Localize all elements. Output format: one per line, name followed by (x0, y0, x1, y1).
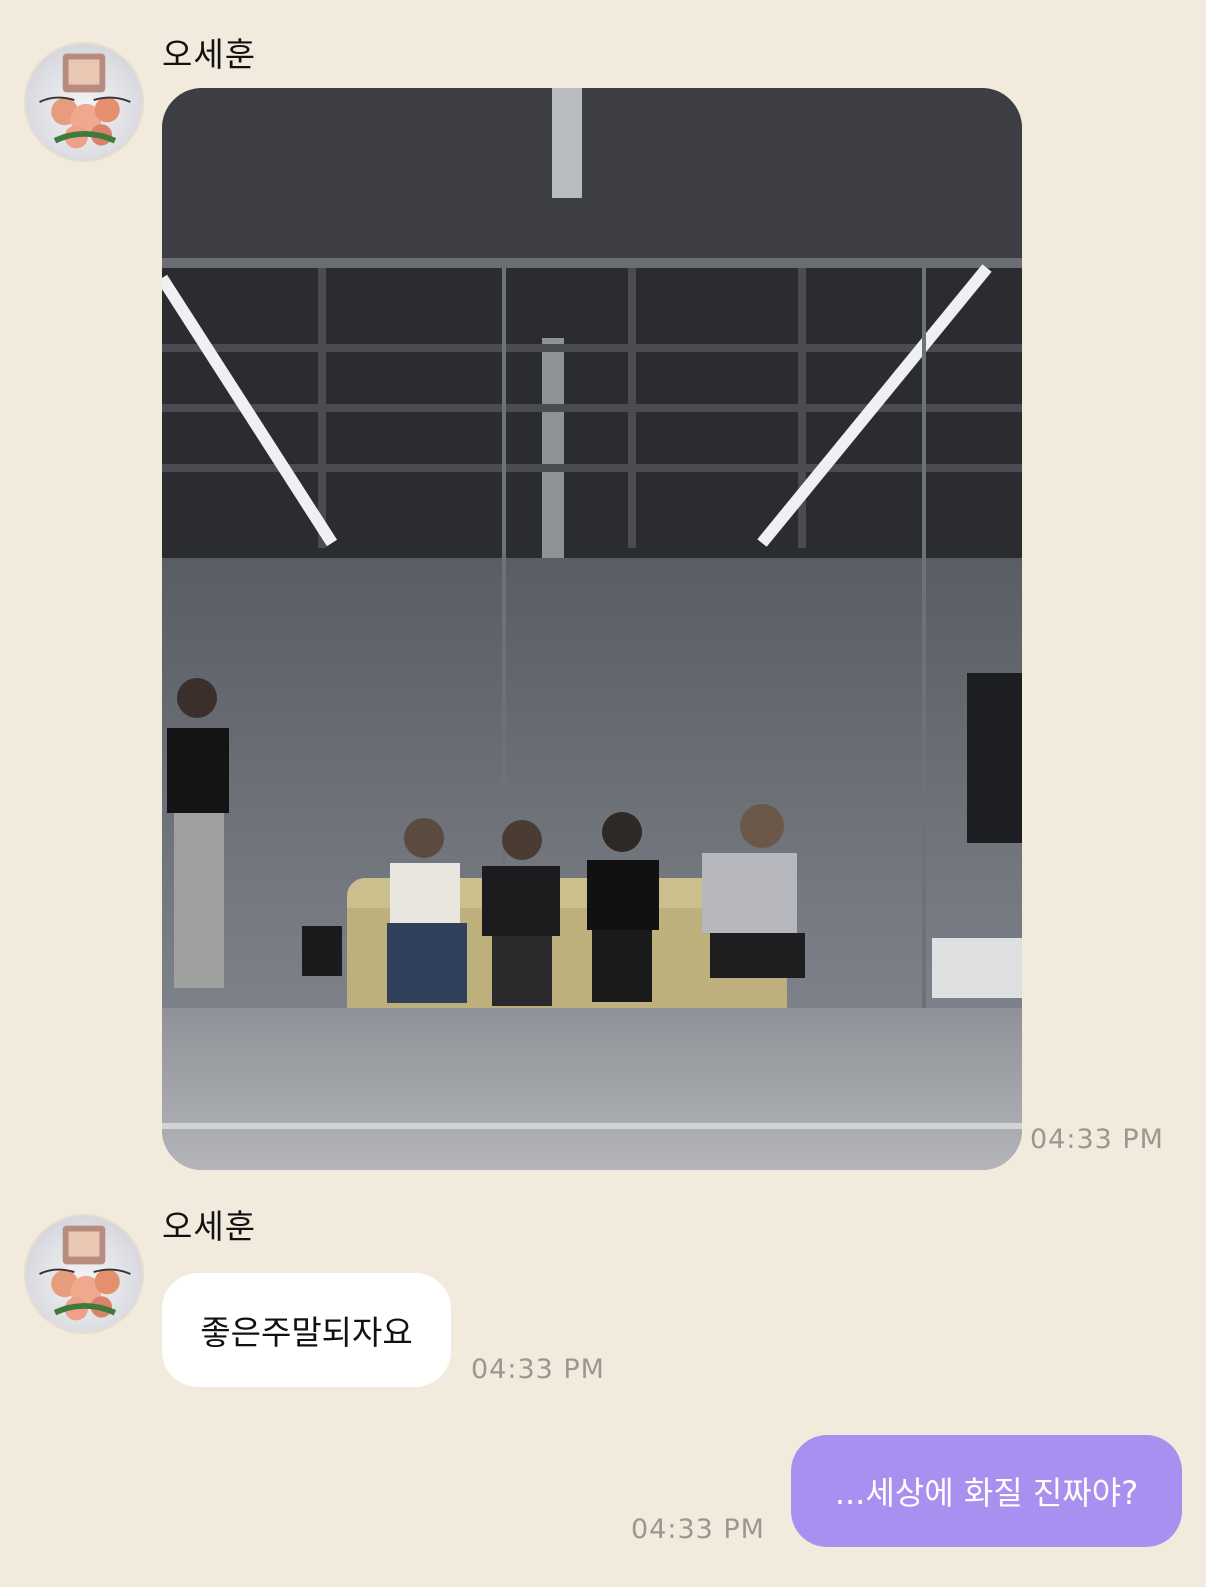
chat-thread: 오세훈 04:33 PM 오세훈 좋은주말되자요 04:33 PM 04:33 … (0, 0, 1206, 1587)
outgoing-message-bubble[interactable]: ...세상에 화질 진짜야? (791, 1435, 1182, 1547)
avatar-bouquet-icon (39, 1225, 131, 1321)
sender-avatar[interactable] (24, 1214, 144, 1334)
incoming-message-bubble[interactable]: 좋은주말되자요 (162, 1273, 451, 1387)
sender-avatar[interactable] (24, 42, 144, 162)
photo-message[interactable] (162, 88, 1022, 1170)
message-time: 04:33 PM (631, 1514, 765, 1545)
message-time: 04:33 PM (1030, 1124, 1164, 1155)
message-time: 04:33 PM (471, 1354, 605, 1385)
avatar-bouquet-icon (39, 53, 131, 149)
blurred-photo-icon (162, 88, 1022, 1170)
sender-name: 오세훈 (162, 1207, 257, 1246)
sender-name: 오세훈 (162, 35, 257, 74)
